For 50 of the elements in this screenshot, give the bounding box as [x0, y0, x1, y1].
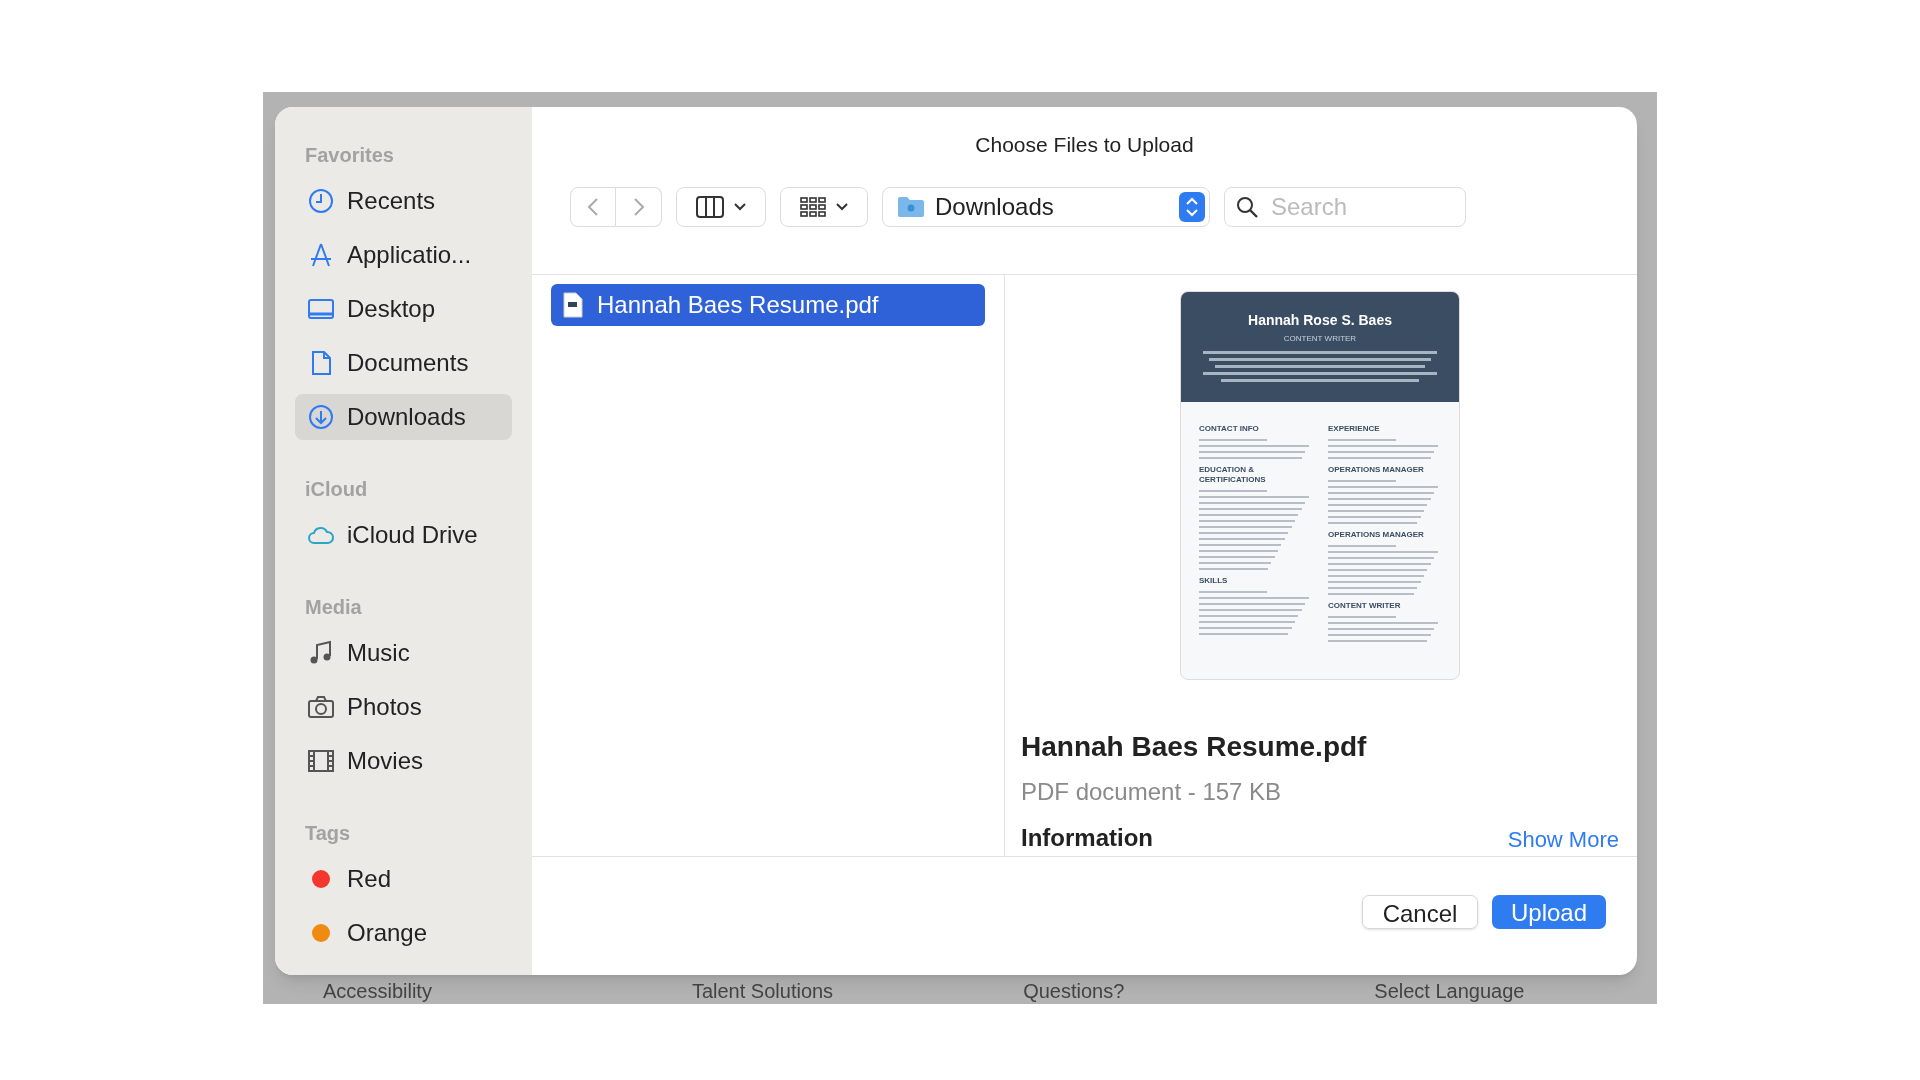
- chevron-down-icon: [836, 202, 848, 211]
- section-header: Tags: [304, 821, 352, 846]
- resume-heading: EDUCATION & CERTIFICATIONS: [1199, 465, 1267, 485]
- sidebar-item[interactable]: Photos: [295, 684, 512, 730]
- section-header: Favorites: [304, 143, 395, 168]
- back-icon: [587, 196, 599, 217]
- section-header: iCloud: [304, 477, 369, 502]
- sidebar-item[interactable]: Downloads: [295, 394, 512, 440]
- resume-heading: OPERATIONS MANAGER: [1328, 465, 1425, 475]
- cancel-button[interactable]: Cancel: [1362, 895, 1478, 929]
- file-name: Hannah Baes Resume.pdf: [1021, 730, 1368, 764]
- film-icon: [307, 747, 335, 775]
- sidebar-item[interactable]: Documents: [295, 340, 512, 386]
- chevron-down-icon: [734, 202, 746, 211]
- group-button[interactable]: [780, 186, 868, 227]
- resume-heading: CONTENT WRITER: [1328, 601, 1402, 611]
- resume-heading: SKILLS: [1199, 576, 1229, 586]
- upload-button[interactable]: Upload: [1492, 895, 1606, 929]
- sidebar-item[interactable]: Music: [295, 630, 512, 676]
- clock-icon: [307, 187, 335, 215]
- section-header: Media: [304, 595, 363, 620]
- show-more-link[interactable]: Show More: [1507, 823, 1619, 856]
- grid-icon: [800, 196, 826, 217]
- resume-heading: OPERATIONS MANAGER: [1328, 530, 1425, 540]
- window-title: Choose Files to Upload: [975, 132, 1194, 158]
- search-icon: [1236, 195, 1258, 218]
- columns-icon: [696, 195, 724, 218]
- resume-role: CONTENT WRITER: [1283, 333, 1357, 345]
- resume-heading: CONTACT INFO: [1199, 424, 1260, 434]
- sidebar-item[interactable]: Orange: [295, 910, 512, 956]
- pdf-file-icon: [563, 292, 583, 318]
- resume-heading: EXPERIENCE: [1328, 424, 1381, 434]
- search-field[interactable]: Search: [1224, 186, 1466, 227]
- information-heading: Information: [1021, 823, 1153, 853]
- forward-icon: [632, 196, 645, 217]
- sidebar-item[interactable]: iCloud Drive: [295, 512, 512, 558]
- sidebar-item[interactable]: Recents: [295, 178, 512, 224]
- file-row[interactable]: Hannah Baes Resume.pdf: [551, 284, 985, 326]
- sidebar-item[interactable]: Desktop: [295, 286, 512, 332]
- sidebar-item[interactable]: Applicatio...: [295, 232, 512, 278]
- stepper-icon: [1179, 191, 1205, 222]
- resume-name: Hannah Rose S. Baes: [1248, 311, 1392, 330]
- location-popup[interactable]: Downloads: [882, 186, 1210, 227]
- camera-icon: [307, 693, 335, 721]
- file-details: PDF document - 157 KB: [1021, 777, 1283, 807]
- sidebar-item[interactable]: Red: [295, 856, 512, 902]
- sidebar-item[interactable]: Movies: [295, 738, 512, 784]
- download-icon: [307, 403, 335, 431]
- folder-icon: [897, 195, 925, 218]
- view-mode-button[interactable]: [676, 186, 766, 227]
